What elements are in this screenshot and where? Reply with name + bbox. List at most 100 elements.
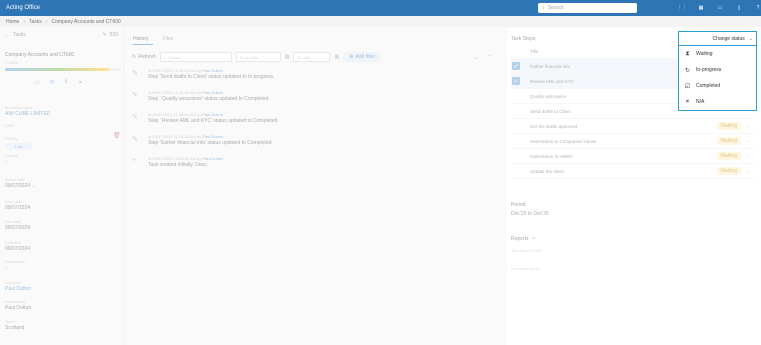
step-status-badge[interactable]: Waiting <box>716 137 741 145</box>
pencil-icon: ✎ <box>102 32 107 38</box>
step-row[interactable]: Update the client Waiting ⌄ <box>511 164 755 179</box>
refresh-button[interactable]: ↻ Refresh <box>132 54 156 60</box>
step-name: Submission to Companies House <box>530 138 597 144</box>
task-action-icons: ▭ ✉ £ ⚭ <box>34 79 83 86</box>
history-author[interactable]: Paul Dutton <box>202 68 223 73</box>
step-row[interactable]: Submission to Companies House Waiting ⌄ <box>511 134 755 149</box>
field-label: Description <box>5 259 26 264</box>
reports-label: Reports <box>511 236 529 242</box>
field-crn: CRN <box>5 123 14 129</box>
breadcrumb-separator-icon: › <box>45 19 48 25</box>
step-row[interactable]: Submission to HMRC Waiting ⌄ <box>511 149 755 164</box>
step-row[interactable]: Get the drafts approved Waiting ⌄ <box>511 119 755 134</box>
status-option-waiting[interactable]: ⧗ Waiting <box>679 46 756 62</box>
chat-icon[interactable]: ▭ <box>34 79 40 86</box>
step-checkbox[interactable]: ✓ <box>512 77 520 85</box>
to-date-input[interactable]: To date <box>293 52 331 62</box>
field-label: Assignee <box>5 280 22 285</box>
link-icon[interactable]: ⚭ <box>78 79 83 86</box>
field-label: Start date <box>5 199 23 204</box>
column-title: Title <box>530 48 539 54</box>
step-name: Gather financial info <box>530 63 571 69</box>
status-option-na[interactable]: ≠ N/A <box>679 94 756 110</box>
app-title[interactable]: Acting Office <box>6 5 40 11</box>
chevron-down-icon[interactable]: ⌄ <box>747 168 751 174</box>
na-icon: ≠ <box>685 99 690 105</box>
history-item: ✎ at 09/07/2024 11:26:38 AM by Paul Dutt… <box>132 134 492 156</box>
breadcrumb: Home › Tasks › Company Accounts and CT60… <box>6 18 121 26</box>
change-status-label: Change status <box>712 35 745 42</box>
calendar-icon[interactable]: ▦ <box>285 54 290 60</box>
step-name: Get the drafts approved <box>530 123 578 129</box>
history-message: Step ' Quality assurance' status updated… <box>148 96 270 102</box>
field-business-name: Business name AIM CUBE LIMITED <box>5 105 50 117</box>
field-value-assignee[interactable]: Paul Dutton <box>5 286 31 292</box>
calendar-icon[interactable]: ▦ <box>695 2 707 14</box>
breadcrumb-current: Company Accounts and CT600 <box>51 19 121 25</box>
history-author[interactable]: Paul Dutton <box>203 156 224 161</box>
step-checkbox[interactable]: ✓ <box>512 62 520 70</box>
apps-grid-icon[interactable]: ⋮⋮ <box>676 2 688 14</box>
chevron-down-icon[interactable]: ⌄ <box>747 153 751 159</box>
report-name[interactable]: Accounts report <box>511 266 539 271</box>
field-action-date: Action date 09/07/2024 ⌄ <box>5 177 36 189</box>
report-name[interactable]: Tax return CT600 <box>511 248 542 253</box>
edit-count: 539 <box>109 32 118 38</box>
field-label: Repeat <box>5 153 18 158</box>
history-author[interactable]: Paul Dutton <box>202 90 223 95</box>
history-message: Step 'Send drafts to Client' status upda… <box>148 74 275 80</box>
field-value-due-date: 09/07/2024 <box>5 225 31 231</box>
breadcrumb-home[interactable]: Home <box>6 19 19 25</box>
step-status-badge[interactable]: Waiting <box>716 122 741 130</box>
history-author[interactable]: Paul Dutton <box>202 134 223 139</box>
link-icon[interactable]: ⚭ <box>532 236 536 242</box>
step-name: Quality assurance <box>530 93 567 99</box>
trash-icon[interactable]: 🗑 <box>113 132 121 139</box>
step-status-badge[interactable]: Waiting <box>716 152 741 160</box>
breadcrumb-tasks[interactable]: Tasks <box>29 19 42 25</box>
history-search-input[interactable]: ⌕ Search <box>159 52 232 62</box>
status-option-label: Waiting <box>696 51 713 57</box>
global-search-input[interactable]: ⌕ Search <box>538 3 637 13</box>
field-label: Due date <box>5 219 22 224</box>
back-to-tasks-link[interactable]: ← Tasks <box>5 32 26 38</box>
plus-icon: + <box>132 157 137 164</box>
action-date-select[interactable]: 09/07/2024 ⌄ <box>5 183 36 189</box>
field-assignee: Assignee Paul Dutton <box>5 280 31 292</box>
global-search-placeholder: Search <box>547 5 564 11</box>
tab-files[interactable]: Files <box>163 36 174 42</box>
priority-badge[interactable]: Low <box>5 143 33 150</box>
change-status-button[interactable]: Change status ⌄ <box>678 31 757 45</box>
status-option-in-progress[interactable]: ↻ In-progress <box>679 62 756 78</box>
status-option-completed[interactable]: ☑ Completed <box>679 78 756 94</box>
pencil-icon: ✎ <box>132 70 138 77</box>
pound-icon[interactable]: £ <box>65 79 68 86</box>
from-date-placeholder: From date <box>239 54 258 60</box>
chevron-double-up-icon[interactable]: ⌃ <box>487 54 492 61</box>
report-value: - <box>511 253 513 258</box>
add-filter-button[interactable]: ⊕ Add filter <box>343 52 382 62</box>
inbox-icon[interactable]: ▭ <box>714 2 726 14</box>
email-icon[interactable]: ✉ <box>50 79 55 86</box>
history-timestamp: at 09/07/2024 11:26:38 AM by <box>148 134 202 139</box>
field-value-business-name[interactable]: AIM CUBE LIMITED <box>5 111 50 117</box>
task-id: T-1093 <box>5 60 18 65</box>
chevron-down-icon[interactable]: ⌄ <box>747 138 751 144</box>
refresh-label: Refresh <box>138 54 156 60</box>
history-author[interactable]: Paul Dutton <box>202 112 223 117</box>
document-icon[interactable]: ▯ <box>733 2 745 14</box>
breadcrumb-separator-icon: › <box>23 19 26 25</box>
chevron-down-icon[interactable]: ⌄ <box>747 123 751 129</box>
pencil-icon: ✎ <box>132 114 138 121</box>
step-status-badge[interactable]: Waiting <box>716 167 741 175</box>
from-date-input[interactable]: From date <box>235 52 281 62</box>
edit-task-button[interactable]: ✎ 539 <box>102 32 118 38</box>
help-icon[interactable]: ? <box>752 2 761 14</box>
calendar-icon[interactable]: ▦ <box>334 54 339 60</box>
field-label: Priority <box>5 136 18 141</box>
chevron-double-down-icon[interactable]: ⌄ <box>473 54 478 61</box>
history-meta: at 09/07/2024 11:26:49 AM by Paul Dutton <box>148 90 270 95</box>
tab-history[interactable]: History <box>133 36 149 42</box>
field-repeat: Repeat - <box>5 153 18 165</box>
field-value-accountant: Paul Dutton <box>5 305 32 311</box>
